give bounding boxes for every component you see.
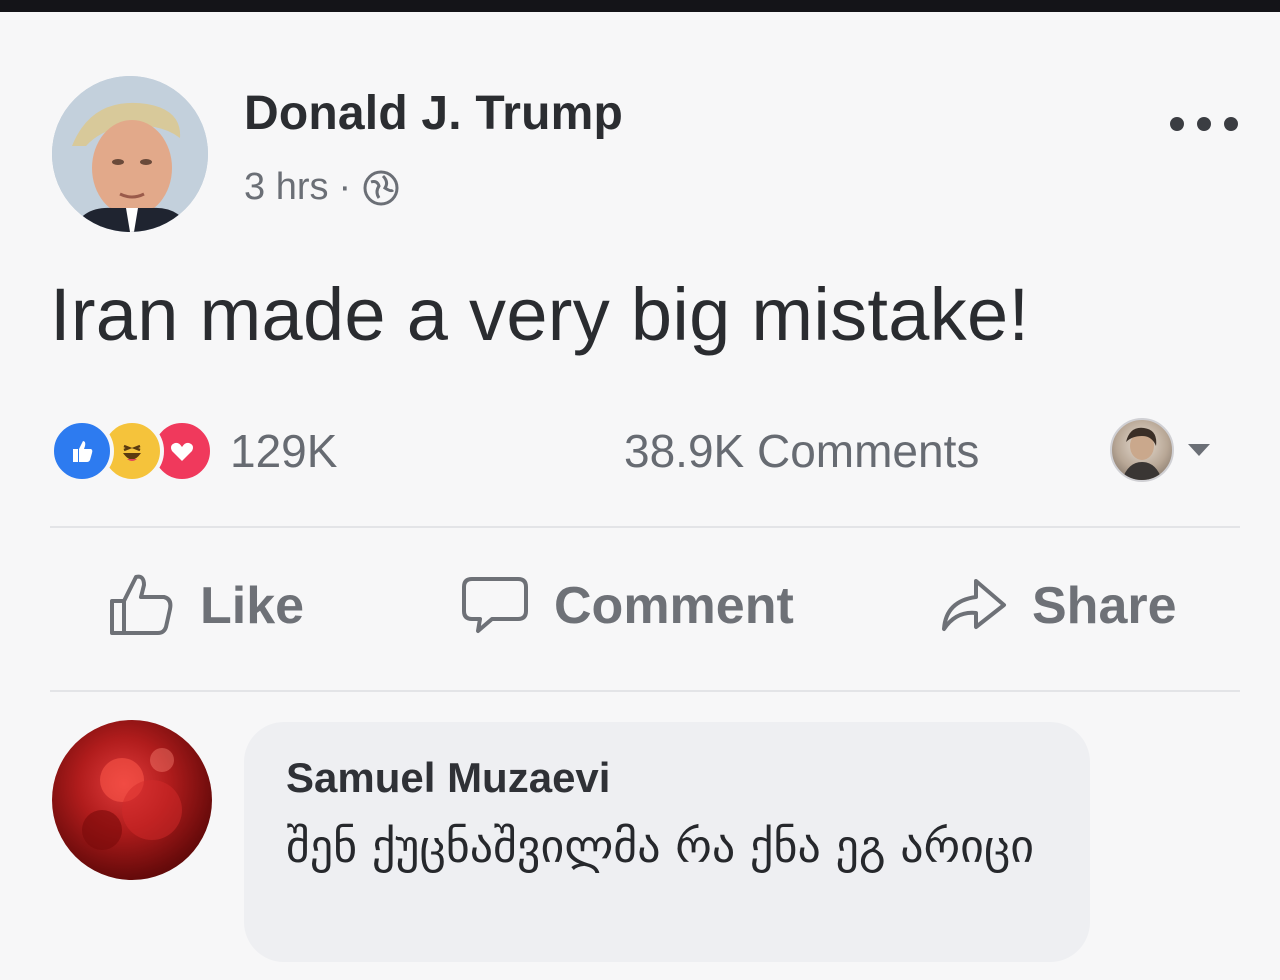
author-avatar-image — [52, 76, 208, 232]
author-avatar[interactable] — [52, 76, 208, 232]
comment-button-label: Comment — [554, 577, 794, 635]
post-author-name[interactable]: Donald J. Trump — [244, 86, 623, 141]
globe-icon — [361, 168, 401, 208]
viewer-avatar — [1110, 418, 1174, 482]
more-options-icon[interactable] — [1170, 112, 1238, 136]
divider — [50, 526, 1240, 528]
post-text: Iran made a very big mistake! — [50, 273, 1030, 356]
reaction-count: 129K — [230, 425, 338, 477]
react-as-selector[interactable] — [1110, 418, 1210, 482]
share-arrow-icon — [936, 567, 1010, 646]
post-time[interactable]: 3 hrs — [244, 166, 328, 209]
comment-button[interactable]: Comment — [458, 566, 794, 646]
reactions-summary[interactable]: 129K — [50, 419, 338, 483]
comment-bubble-icon — [458, 567, 532, 646]
comment-author-name[interactable]: Samuel Muzaevi — [286, 754, 610, 802]
divider — [50, 690, 1240, 692]
share-button[interactable]: Share — [936, 566, 1177, 646]
share-button-label: Share — [1032, 577, 1177, 635]
thumbs-up-icon — [104, 567, 178, 646]
post-meta: 3 hrs · — [244, 166, 401, 209]
like-button[interactable]: Like — [104, 566, 304, 646]
like-reaction-icon — [50, 419, 114, 483]
meta-separator: · — [338, 166, 352, 208]
top-status-bar — [0, 0, 1280, 12]
commenter-avatar[interactable] — [52, 720, 212, 880]
comments-count-link[interactable]: 38.9K Comments — [624, 424, 979, 478]
comment-text: შენ ქუცნაშვილმა რა ქნა ეგ არიცი — [286, 819, 1035, 873]
like-button-label: Like — [200, 577, 305, 635]
chevron-down-icon — [1188, 444, 1210, 456]
